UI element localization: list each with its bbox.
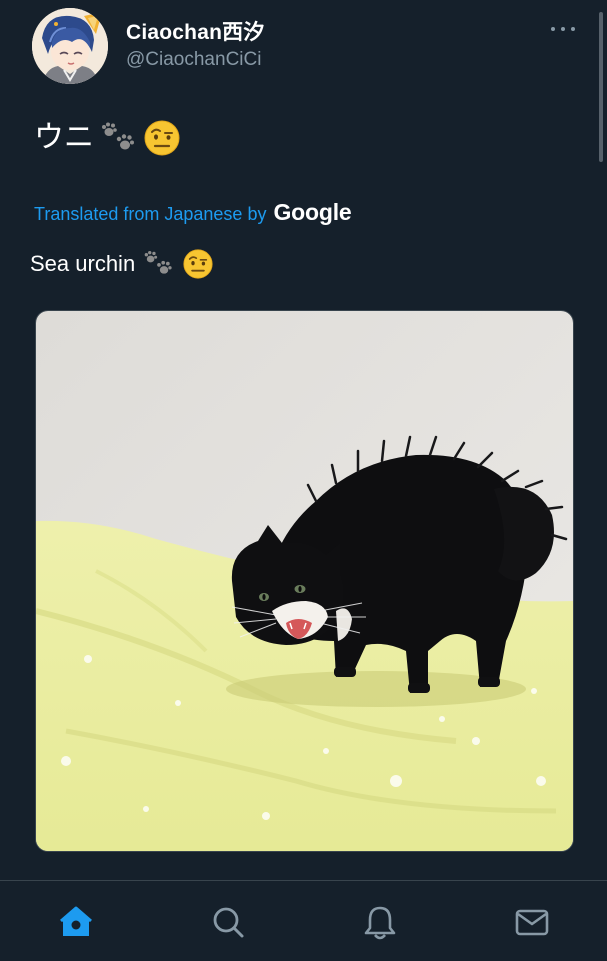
- handle[interactable]: @CiaochanCiCi: [126, 49, 261, 71]
- bottom-navigation: [0, 880, 607, 961]
- translated-text-body: Sea urchin: [30, 251, 136, 276]
- messages-icon: [515, 909, 549, 936]
- scrollbar[interactable]: [599, 12, 603, 162]
- avatar-image: [32, 8, 108, 84]
- more-options-button[interactable]: [549, 18, 579, 38]
- translated-text: Sea urchin: [30, 248, 213, 280]
- display-name[interactable]: Ciaochan西汐: [126, 16, 265, 46]
- translation-label[interactable]: Translated from Japanese by: [34, 204, 266, 225]
- tweet-text-body: ウニ: [34, 121, 94, 154]
- nav-notifications[interactable]: [360, 902, 400, 942]
- cat-photo: [36, 311, 573, 851]
- nav-messages[interactable]: [512, 902, 552, 942]
- face-with-raised-eyebrow-emoji: [144, 120, 180, 156]
- more-dot-icon: [561, 27, 565, 31]
- paw-prints-icon: [144, 250, 172, 274]
- more-dot-icon: [571, 27, 575, 31]
- home-icon: [60, 906, 92, 936]
- translation-attribution[interactable]: Translated from Japanese by Google: [34, 199, 352, 226]
- tweet-text: ウニ: [34, 118, 180, 158]
- notifications-icon: [364, 906, 396, 940]
- more-dot-icon: [551, 27, 555, 31]
- face-with-raised-eyebrow-emoji: [183, 249, 213, 279]
- google-logo: Google: [273, 199, 352, 225]
- avatar[interactable]: [32, 8, 108, 84]
- search-icon: [213, 907, 244, 938]
- nav-search[interactable]: [208, 902, 248, 942]
- nav-home[interactable]: [56, 902, 96, 942]
- paw-prints-icon: [102, 122, 134, 150]
- tweet-photo[interactable]: [36, 311, 573, 851]
